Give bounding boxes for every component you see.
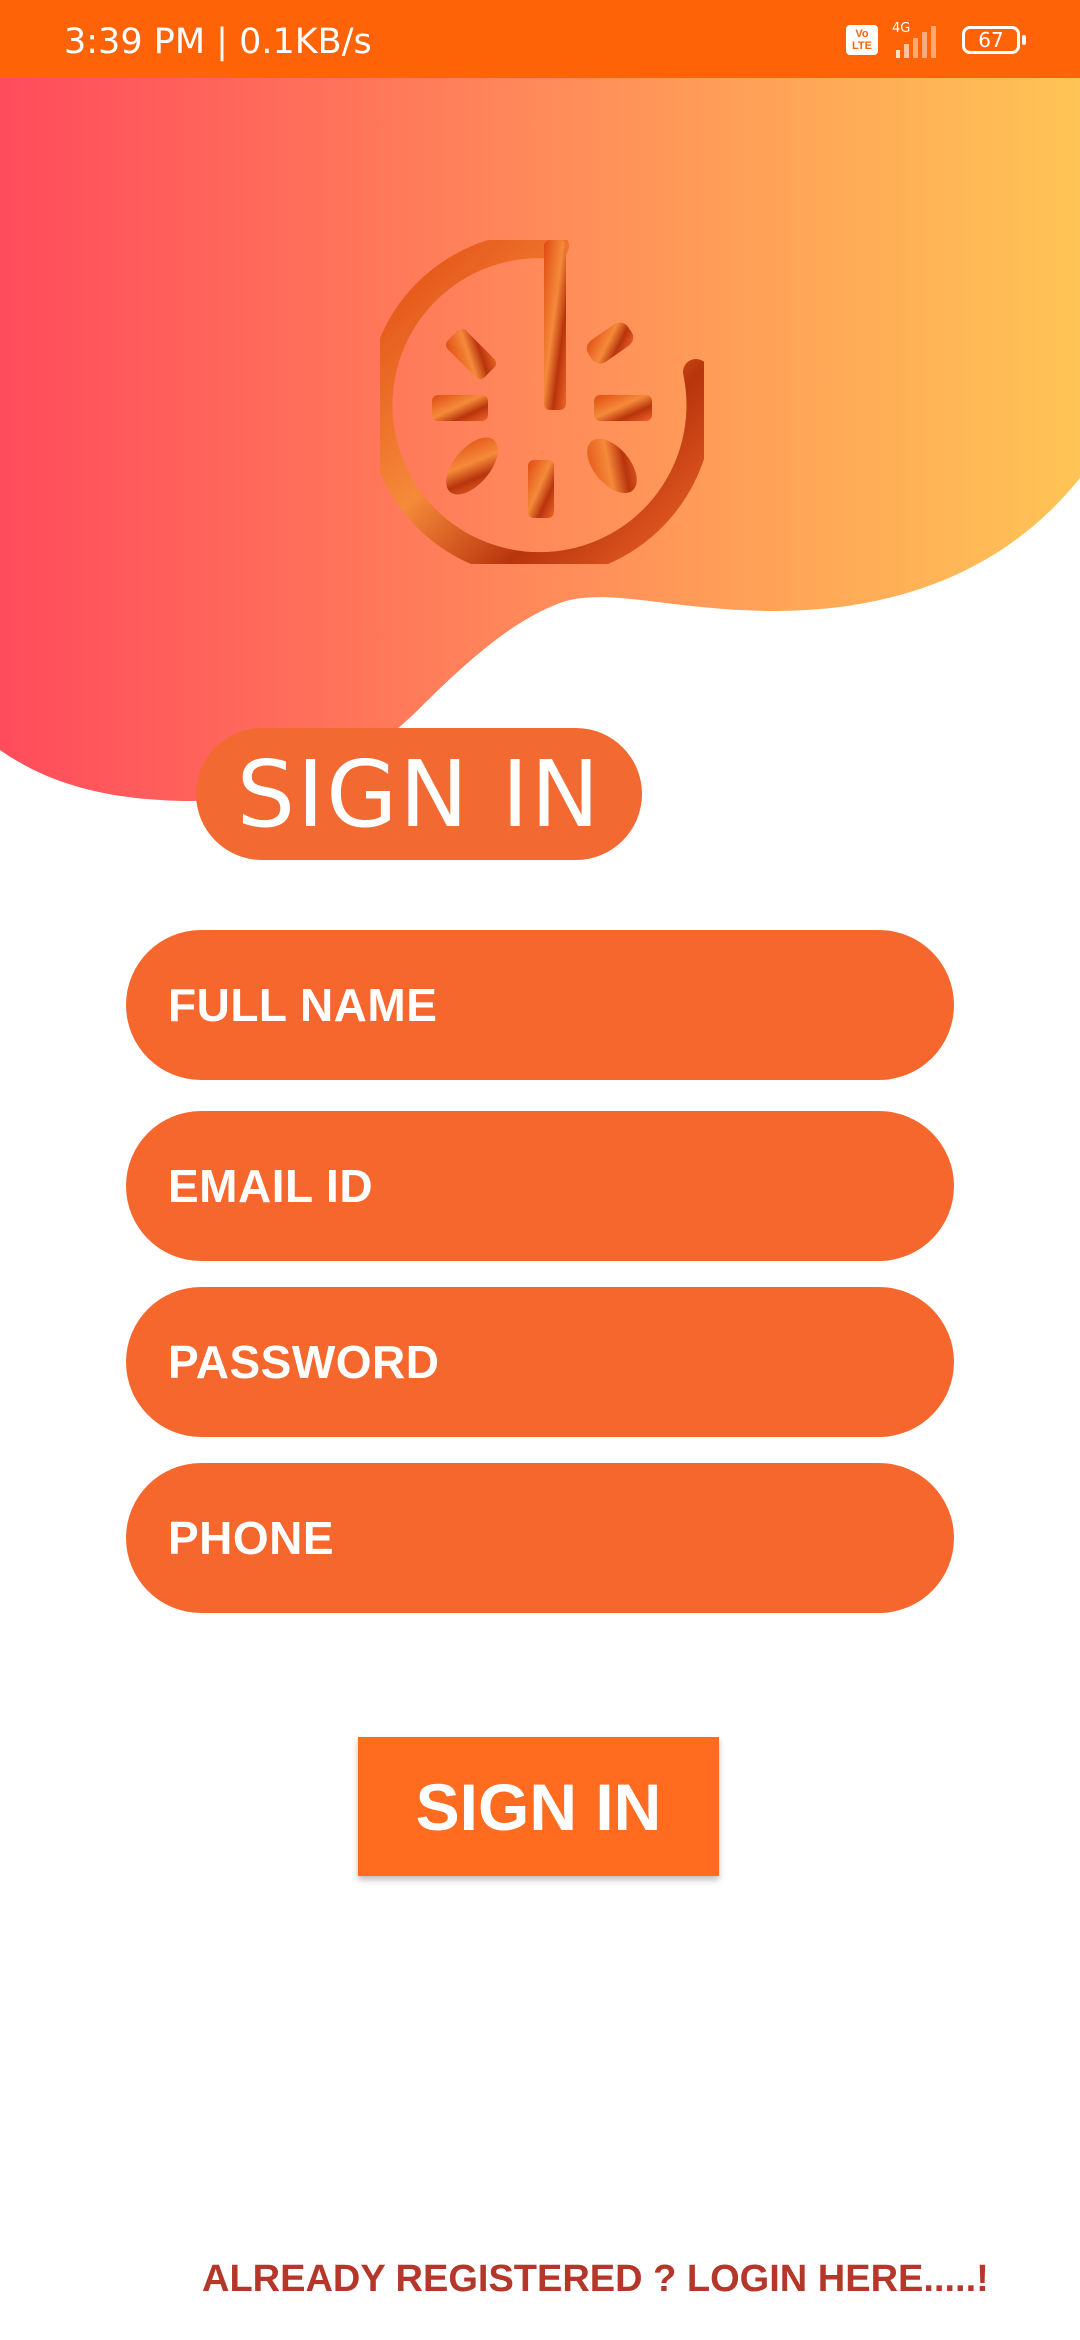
status-bar: 3:39 PM | 0.1KB/s Vo LTE 4G 67 xyxy=(0,0,1080,78)
status-time-speed: 3:39 PM | 0.1KB/s xyxy=(64,22,372,62)
full-name-input[interactable] xyxy=(126,930,954,1080)
phone-input[interactable] xyxy=(126,1463,954,1613)
password-input[interactable] xyxy=(126,1287,954,1437)
full-name-field-container xyxy=(126,930,954,1080)
login-link[interactable]: ALREADY REGISTERED ? LOGIN HERE.....! xyxy=(202,2258,989,2301)
pizza-logo-icon xyxy=(380,240,704,564)
sign-in-button[interactable]: SIGN IN xyxy=(358,1737,719,1876)
password-field-container xyxy=(126,1287,954,1437)
network-type-label: 4G xyxy=(892,21,910,36)
signup-screen: 3:39 PM | 0.1KB/s Vo LTE 4G 67 SIGN IN F… xyxy=(0,0,1080,2340)
email-field-container xyxy=(126,1111,954,1261)
battery-icon: 67 xyxy=(962,26,1026,54)
page-title-pill: SIGN IN xyxy=(196,728,642,860)
status-icons: Vo LTE 4G 67 xyxy=(846,18,1026,62)
signal-strength-icon: 4G xyxy=(892,21,936,58)
email-input[interactable] xyxy=(126,1111,954,1261)
phone-field-container xyxy=(126,1463,954,1613)
page-title: SIGN IN xyxy=(236,740,602,848)
volte-icon: Vo LTE xyxy=(846,25,878,55)
